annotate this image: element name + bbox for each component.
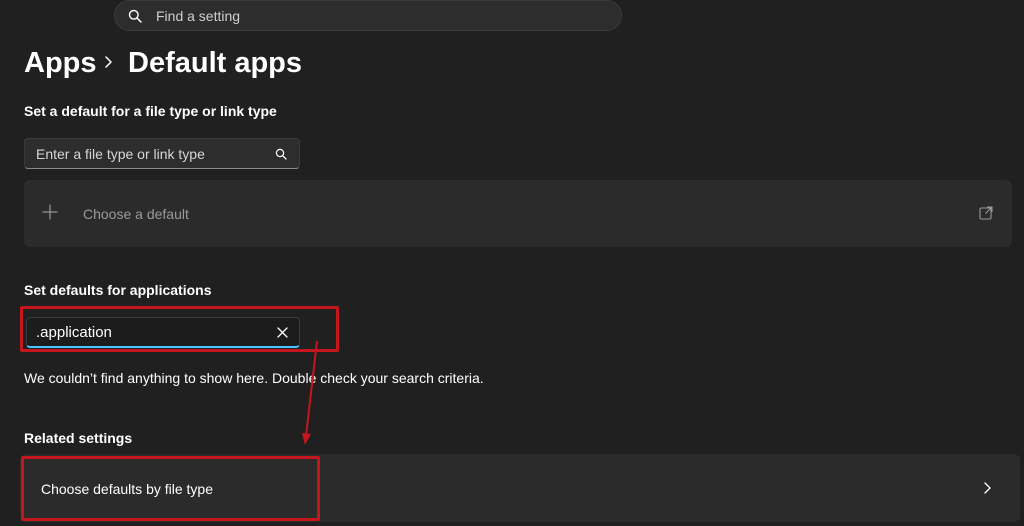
choose-default-label: Choose a default xyxy=(83,206,189,222)
settings-page: Find a setting Apps Default apps Set a d… xyxy=(0,0,1024,526)
page-title: Default apps xyxy=(128,47,303,79)
chevron-right-icon xyxy=(105,56,112,68)
annotation-highlight-search xyxy=(20,306,339,352)
annotation-highlight-file-type xyxy=(21,456,320,521)
breadcrumb-apps[interactable]: Apps xyxy=(24,47,97,80)
settings-search-box[interactable]: Find a setting xyxy=(114,0,622,31)
plus-icon xyxy=(42,204,58,220)
settings-search-placeholder: Find a setting xyxy=(156,7,241,24)
file-type-search-placeholder: Enter a file type or link type xyxy=(36,145,205,162)
search-icon xyxy=(275,148,287,160)
file-type-section-title: Set a default for a file type or link ty… xyxy=(24,103,277,119)
applications-section-title: Set defaults for applications xyxy=(24,282,212,298)
empty-results-message: We couldn’t find anything to show here. … xyxy=(24,370,484,386)
open-external-icon xyxy=(979,206,993,220)
chevron-right-icon xyxy=(984,482,991,494)
file-type-search-input[interactable]: Enter a file type or link type xyxy=(24,138,300,169)
choose-default-card[interactable]: Choose a default xyxy=(24,180,1012,247)
search-icon xyxy=(128,9,142,23)
related-settings-title: Related settings xyxy=(24,430,133,446)
